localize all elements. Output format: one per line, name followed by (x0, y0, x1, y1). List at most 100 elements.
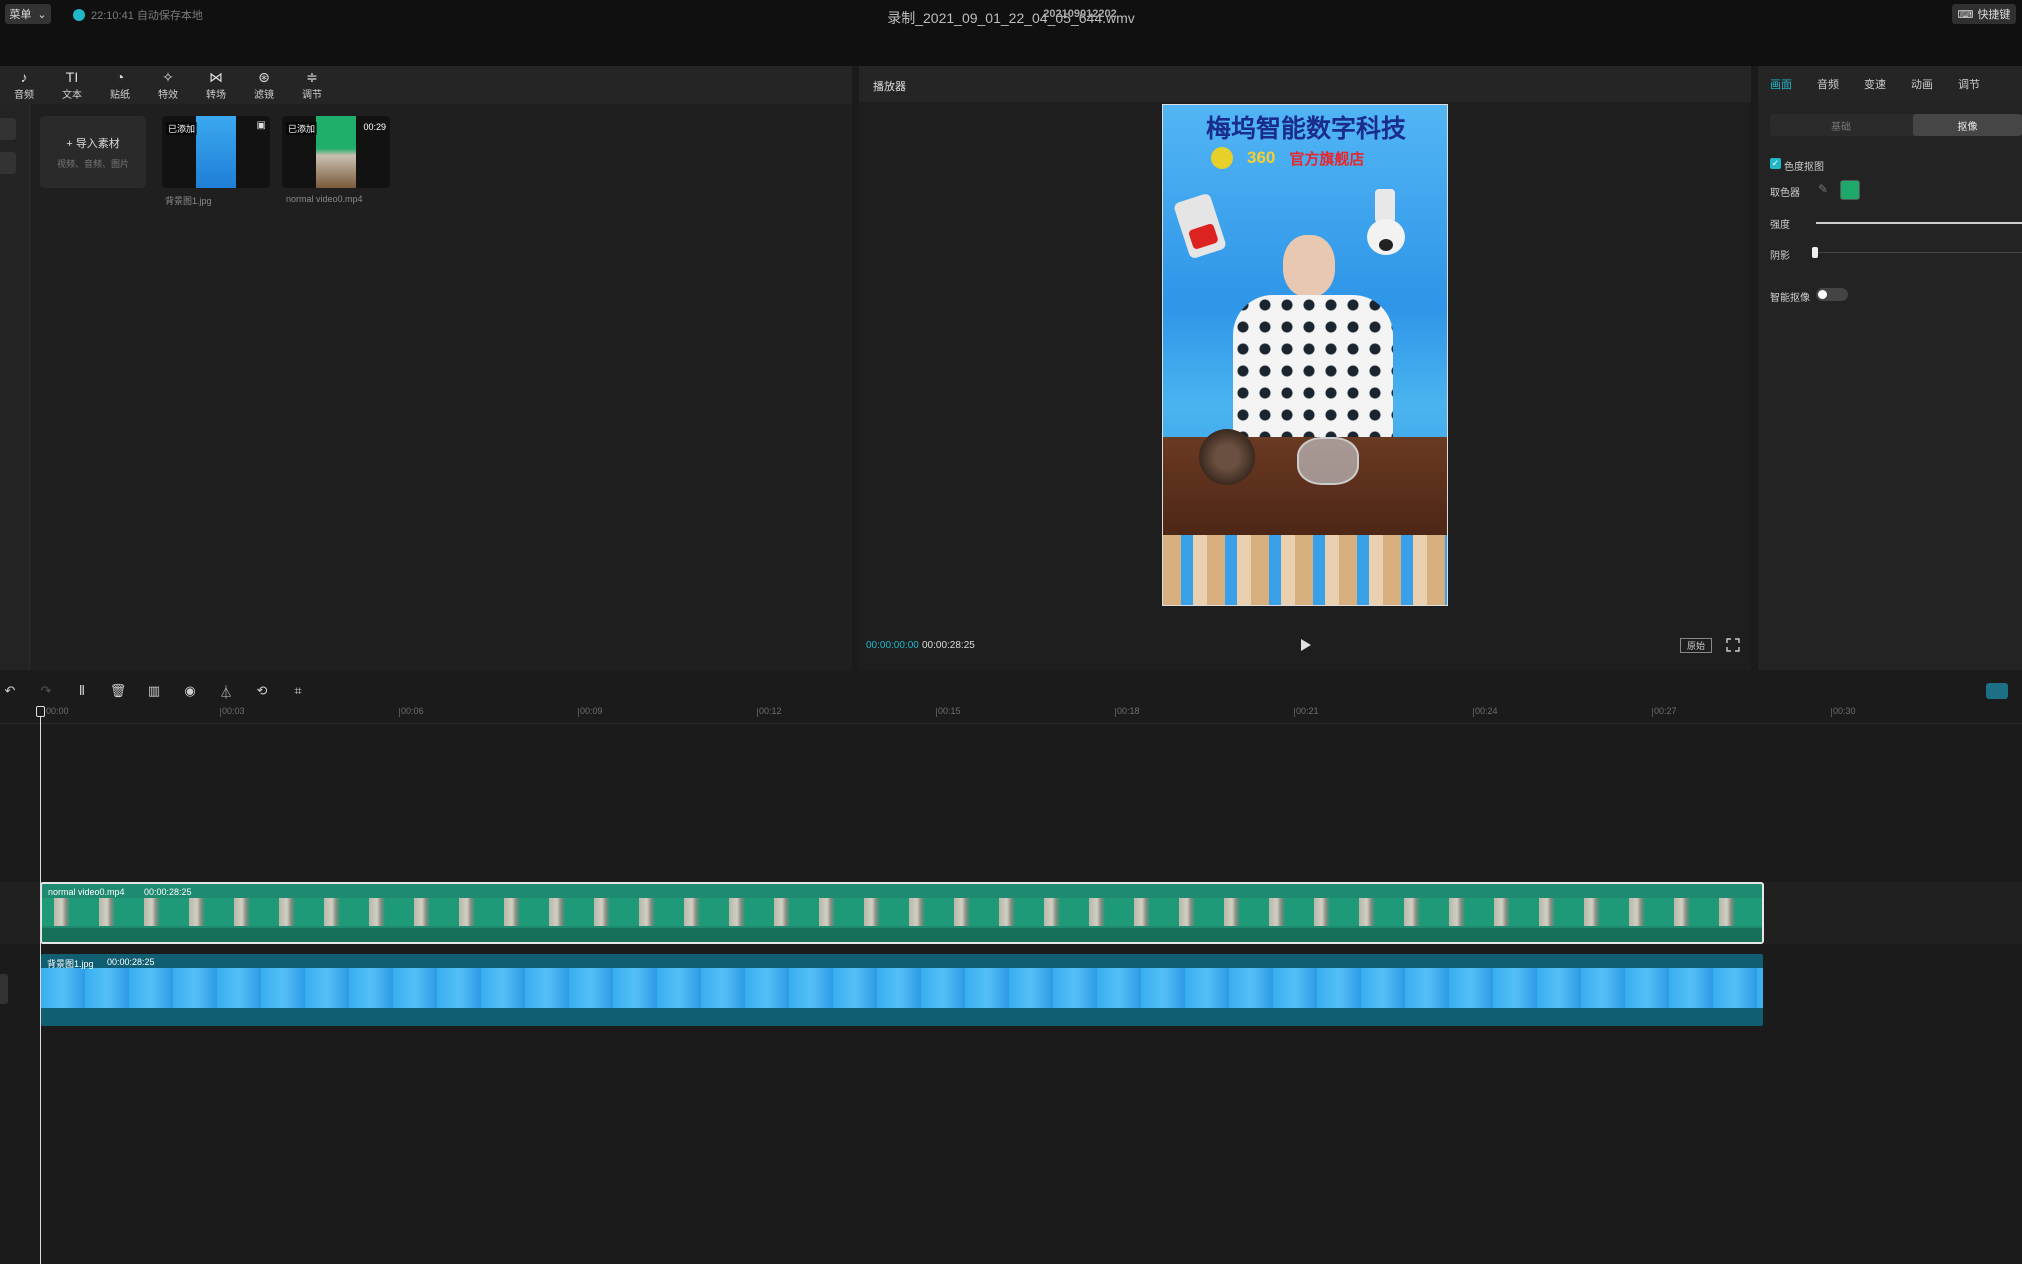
main-menu-label: 菜单 (9, 9, 32, 21)
presenter-head (1283, 235, 1335, 297)
undo-icon[interactable]: ↶ (0, 681, 20, 701)
autosave-text: 22:10:41 自动保存本地 (91, 10, 203, 22)
smart-cutout-label: 智能抠像 (1770, 293, 1810, 304)
tab-adjust[interactable]: 调节 (1958, 76, 1980, 92)
video-preview[interactable]: 梅坞智能数字科技 360 官方旗舰店 (1162, 104, 1448, 606)
glass-teapot (1297, 437, 1359, 485)
subtab-cutout[interactable]: 抠像 (1913, 114, 2022, 136)
project-name: 202109012202 (1043, 8, 1117, 20)
image-icon: ▣ (256, 120, 266, 131)
clip-duration: 00:00:28:25 (107, 957, 155, 967)
tab-picture[interactable]: 画面 (1770, 76, 1792, 92)
freeze-frame-icon[interactable]: ▥ (144, 681, 164, 701)
shortcut-label: 快捷键 (1977, 9, 2011, 21)
ruler-tick (757, 708, 758, 717)
media-duration: 00:29 (363, 122, 386, 132)
ruler-label: 00:27 (1654, 706, 1677, 716)
brand-logo-icon (1211, 147, 1233, 169)
media-thumbnail (316, 116, 356, 188)
timeline-snap-toggle[interactable] (1986, 683, 2008, 699)
ruler-label: 00:15 (938, 706, 961, 716)
sticker-icon: ◔ (115, 68, 125, 85)
timeline-clip-image[interactable]: 背景图1.jpg 00:00:28:25 (41, 954, 1763, 1026)
reverse-icon[interactable]: ◉ (180, 681, 200, 701)
intensity-slider[interactable] (1816, 222, 2022, 224)
tool-sticker[interactable]: ◔ 贴纸 (96, 66, 144, 104)
smart-cutout-toggle[interactable] (1816, 288, 1848, 301)
delete-icon[interactable]: 🗑 (108, 681, 128, 701)
ruler-label: 00:03 (222, 706, 245, 716)
added-badge: 已添加 (286, 122, 318, 135)
text-icon: TI (65, 68, 79, 85)
media-item-background[interactable]: 已添加 ▣ (162, 116, 270, 188)
tool-text[interactable]: TI 文本 (48, 66, 96, 104)
mirror-icon[interactable]: ⏃ (216, 681, 236, 701)
ruler-tick (1294, 708, 1295, 717)
ratio-button[interactable]: 原始 (1680, 638, 1712, 653)
tool-label: 滤镜 (254, 89, 274, 101)
shadow-label: 阴影 (1770, 251, 1790, 262)
picked-color-swatch[interactable] (1840, 180, 1860, 200)
tab-speed[interactable]: 变速 (1864, 76, 1886, 92)
crop-icon[interactable]: ⌗ (288, 681, 308, 701)
tab-audio[interactable]: 音频 (1817, 76, 1839, 92)
effects-icon: ✧ (162, 68, 174, 85)
media-category-strip (0, 104, 30, 670)
track-handle[interactable] (0, 974, 8, 1004)
category-tab-local[interactable] (0, 118, 16, 140)
tool-filter[interactable]: ⊛ 滤镜 (240, 66, 288, 104)
clip-filmstrip (42, 898, 1762, 926)
tool-effects[interactable]: ✧ 特效 (144, 66, 192, 104)
timeline-clip-video[interactable]: normal video0.mp4 00:00:28:25 (40, 882, 1764, 944)
rotate-icon[interactable]: ⟲ (252, 681, 272, 701)
tool-adjust[interactable]: ≑ 调节 (288, 66, 336, 104)
camera-right-icon (1363, 189, 1409, 255)
snack-bags (1163, 535, 1447, 605)
play-icon[interactable] (1298, 638, 1312, 652)
ruler-label: 00:00 (46, 706, 69, 716)
timeline-ruler (0, 704, 2022, 724)
ruler-label: 00:09 (580, 706, 603, 716)
tool-label: 特效 (158, 89, 178, 101)
menu-bar (0, 36, 2022, 66)
tool-label: 贴纸 (110, 89, 130, 101)
split-icon[interactable]: Ⅱ (72, 681, 92, 701)
intensity-label: 强度 (1770, 220, 1790, 231)
ruler-tick (1831, 708, 1832, 717)
ruler-label: 00:18 (1117, 706, 1140, 716)
chroma-key-checkbox[interactable]: ✓ (1770, 158, 1781, 169)
playhead-handle[interactable] (36, 706, 45, 717)
audio-icon: ♪ (20, 68, 28, 85)
clip-name: normal video0.mp4 (48, 887, 125, 897)
tool-transition[interactable]: ⋈ 转场 (192, 66, 240, 104)
import-media-button[interactable]: + 导入素材 视频、音频、图片 (40, 116, 146, 188)
added-badge: 已添加 (166, 122, 198, 135)
main-menu-button[interactable]: 菜单 ⌄ (5, 4, 51, 24)
tool-label: 音频 (14, 89, 34, 101)
tool-label: 文本 (62, 89, 82, 101)
media-thumbnail (196, 116, 236, 188)
fullscreen-icon[interactable] (1726, 638, 1740, 652)
subtab-basic[interactable]: 基础 (1770, 114, 1912, 136)
playhead[interactable] (40, 706, 41, 1264)
shadow-slider-handle[interactable] (1812, 247, 1818, 258)
adjust-icon: ≑ (306, 68, 318, 85)
shortcut-button[interactable]: ⌨ 快捷键 (1952, 4, 2016, 24)
import-label: 导入素材 (75, 137, 120, 150)
ruler-tick (1652, 708, 1653, 717)
ruler-tick (1473, 708, 1474, 717)
redo-icon[interactable]: ↷ (36, 681, 56, 701)
tool-audio[interactable]: ♪ 音频 (0, 66, 48, 104)
ruler-tick (578, 708, 579, 717)
asset-toolbar: ♪ 音频 TI 文本 ◔ 贴纸 ✧ 特效 ⋈ 转场 ⊛ 滤镜 ≑ 调节 (0, 66, 852, 104)
overlay-title: 梅坞智能数字科技 (1205, 114, 1406, 143)
ruler-tick (1115, 708, 1116, 717)
ruler-label: 00:24 (1475, 706, 1498, 716)
eyedropper-icon[interactable]: ✎ (1818, 182, 1828, 196)
clip-duration: 00:00:28:25 (144, 887, 192, 897)
tab-animation[interactable]: 动画 (1911, 76, 1933, 92)
ruler-tick (936, 708, 937, 717)
category-tab-library[interactable] (0, 152, 16, 174)
media-item-video[interactable]: 已添加 00:29 (282, 116, 390, 188)
shadow-slider-track[interactable] (1816, 252, 2022, 253)
